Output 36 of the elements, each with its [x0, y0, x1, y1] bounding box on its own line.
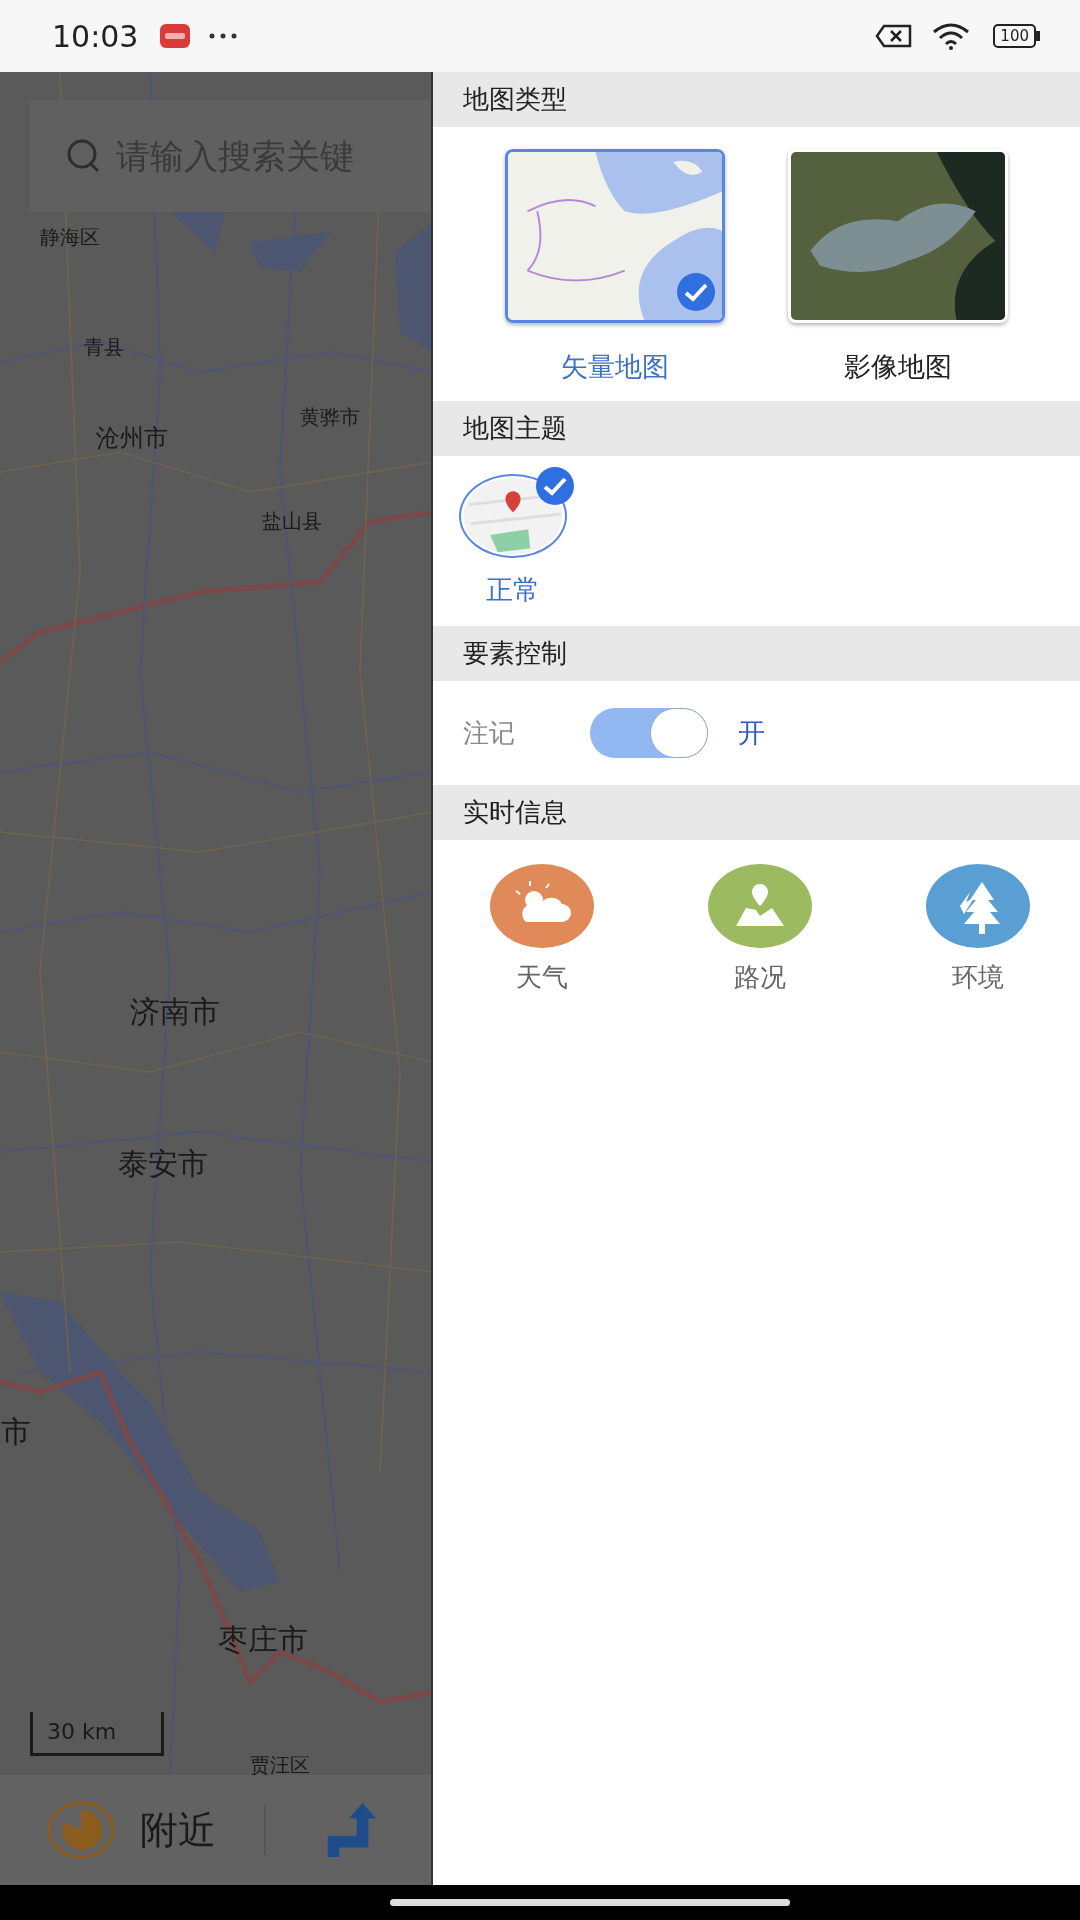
section-header: 地图主题 — [433, 401, 1080, 456]
sun-cloud-icon[interactable] — [490, 864, 594, 948]
map-place-label: 济南市 — [130, 993, 220, 1031]
labels-toggle-switch[interactable] — [590, 708, 708, 758]
toggle-state-text: 开 — [738, 716, 765, 750]
app-notification-icon — [160, 24, 191, 48]
section-header: 实时信息 — [433, 785, 1080, 840]
map-place-label: 泰安市 — [118, 1145, 208, 1183]
map-place-label: 枣庄市 — [218, 1621, 308, 1659]
map-place-label: 市 — [1, 1413, 31, 1451]
checkmark-icon — [675, 272, 716, 312]
map-place-label: 沧州市 — [96, 423, 168, 454]
realtime-info-label: 环境 — [952, 961, 1004, 994]
checkmark-icon — [535, 466, 575, 506]
status-time: 10:03 — [52, 18, 139, 54]
map-place-label: 黄骅市 — [300, 404, 360, 431]
realtime-info-label: 路况 — [734, 961, 786, 994]
radar-icon — [46, 1800, 116, 1860]
map-place-label: 静海区 — [40, 224, 100, 251]
map-place-label: 贾汪区 — [250, 1752, 310, 1779]
map-place-label: 盐山县 — [262, 508, 322, 535]
theme-label: 正常 — [486, 573, 540, 607]
map-scale-bar: 30 km — [30, 1712, 164, 1756]
tree-icon[interactable] — [926, 864, 1030, 948]
more-dots-icon — [208, 33, 239, 39]
realtime-info-label: 天气 — [516, 961, 568, 994]
section-header: 地图类型 — [433, 72, 1080, 127]
map-type-label: 影像地图 — [844, 350, 953, 384]
section-header: 要素控制 — [433, 626, 1080, 681]
battery-indicator: 100 — [993, 24, 1036, 48]
map-place-label: 青县 — [84, 334, 124, 361]
map-pin-icon[interactable] — [708, 864, 812, 948]
toggle-label: 注记 — [463, 716, 516, 750]
map-type-label: 矢量地图 — [560, 350, 669, 384]
no-sim-icon — [875, 24, 914, 48]
nearby-button[interactable]: 附近 — [140, 1804, 216, 1856]
